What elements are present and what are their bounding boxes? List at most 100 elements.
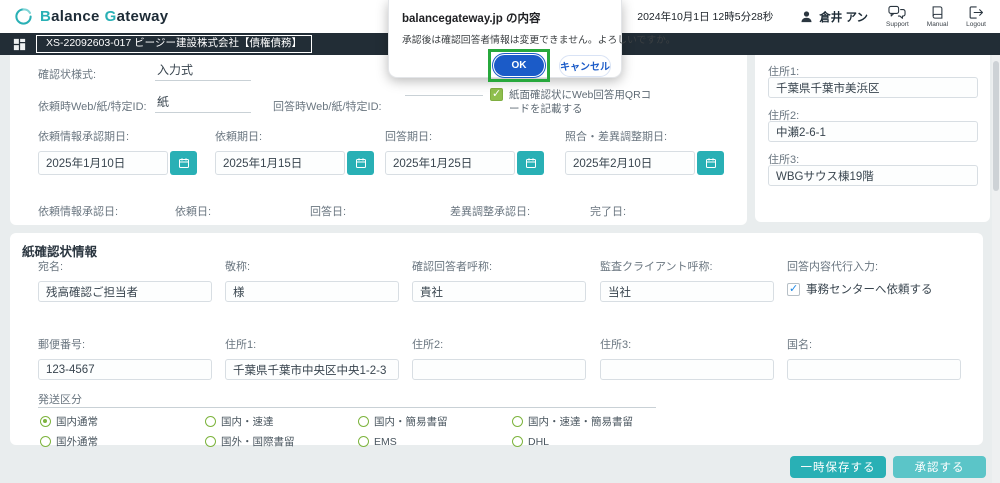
radio-dot [512,416,523,427]
ok-button-highlight-annotation: OK [488,49,550,82]
recipient-name-group: 宛名: [38,258,212,302]
user-icon [799,9,814,24]
shipping-category-label: 発送区分 [38,391,82,407]
qr-code-checkbox-box[interactable] [490,88,503,101]
logout-door-icon [968,5,984,20]
style-value: 入力式 [155,61,251,81]
postal-code-group: 郵便番号: [38,336,212,380]
proxy-entry-label: 回答内容代行入力: [787,258,973,274]
postal-code-input[interactable] [38,359,212,380]
browser-confirm-dialog: balancegateway.jp の内容 承認後は確認回答者情報は変更できませ… [388,0,622,78]
radio-domestic-normal[interactable]: 国内通常 [40,414,205,429]
answer-id-value [405,93,483,96]
country-input[interactable] [787,359,961,380]
address3-input[interactable] [768,165,978,186]
radio-dhl[interactable]: DHL [512,434,633,449]
radio-label: 国外・国際書留 [221,434,295,449]
audit-client-title-label: 監査クライアント呼称: [600,258,774,274]
request-due-date-input[interactable] [215,151,345,175]
radio-domestic-registered[interactable]: 国内・簡易書留 [358,414,512,429]
shipping-options: 国内通常 国内・速達 国内・簡易書留 国内・速達・簡易書留 国外通常 国外・国際… [40,414,633,449]
answer-due-date-group: 回答期日: [385,128,545,175]
address-panel-card: 住所1: 住所2: 住所3: [755,55,990,222]
paper-address3-input[interactable] [600,359,774,380]
confirmation-form-card: 確認状様式: 入力式 依頼時Web/紙/特定ID: 紙 回答時Web/紙/特定I… [10,55,747,225]
request-id-label: 依頼時Web/紙/特定ID: [38,98,147,114]
paper-address2-group: 住所2: [412,336,586,380]
manual-label: Manual [927,21,948,28]
radio-dot [40,436,51,447]
radio-label: 国内・簡易書留 [374,414,448,429]
answer-due-date-calendar-button[interactable] [517,151,544,175]
radio-dot [358,416,369,427]
manual-button[interactable]: Manual [927,5,948,28]
reconciliation-due-date-input[interactable] [565,151,695,175]
reconciliation-due-date-calendar-button[interactable] [697,151,724,175]
radio-dot [512,436,523,447]
reconciliation-due-date-group: 照合・差異調整期日: [565,128,725,175]
address1-input[interactable] [768,77,978,98]
honorific-label: 敬称: [225,258,399,274]
paper-address1-group: 住所1: [225,336,399,380]
paper-address1-label: 住所1: [225,336,399,352]
radio-overseas-international-registered[interactable]: 国外・国際書留 [205,434,358,449]
audit-client-title-input[interactable] [600,281,774,302]
approval-due-date-group: 依頼情報承認期日: [38,128,198,175]
status-answer-date-label: 回答日: [310,203,346,219]
dialog-title: balancegateway.jp の内容 [402,10,611,26]
approve-button[interactable]: 承認する [893,456,986,478]
dashboard-grid-icon[interactable] [12,37,27,52]
radio-domestic-express[interactable]: 国内・速達 [205,414,358,429]
document-id-badge: XS-22092603-017 ビージー建設株式会社【債権債務】 [36,35,312,54]
radio-ems[interactable]: EMS [358,434,512,449]
proxy-entry-checkbox-box[interactable] [787,283,800,296]
request-due-date-calendar-button[interactable] [347,151,374,175]
answer-due-date-label: 回答期日: [385,128,545,144]
dialog-message: 承認後は確認回答者情報は変更できません。よろしいですか。 [402,32,611,46]
approval-due-date-input[interactable] [38,151,168,175]
radio-dot [358,436,369,447]
request-id-value: 紙 [155,93,251,113]
support-chat-icon [888,5,906,20]
radio-label: DHL [528,436,549,448]
paper-address2-input[interactable] [412,359,586,380]
radio-dot [205,416,216,427]
style-label: 確認状様式: [38,66,96,82]
balance-gateway-logo-icon [14,7,33,26]
proxy-entry-checkbox[interactable]: 事務センターへ依頼する [787,283,973,299]
paper-address3-group: 住所3: [600,336,774,380]
calendar-icon [355,157,367,169]
approval-due-date-calendar-button[interactable] [170,151,197,175]
logout-button[interactable]: Logout [966,5,986,28]
honorific-input[interactable] [225,281,399,302]
brand-logo: BalanceGateway [14,7,168,26]
support-button[interactable]: Support [886,5,909,28]
country-group: 国名: [787,336,961,380]
answer-due-date-input[interactable] [385,151,515,175]
vertical-scrollbar[interactable] [992,33,1000,483]
recipient-name-input[interactable] [38,281,212,302]
logout-label: Logout [966,21,986,28]
radio-label: EMS [374,436,397,448]
audit-client-title-group: 監査クライアント呼称: [600,258,774,302]
scrollbar-thumb[interactable] [993,61,999,191]
radio-dot [40,416,51,427]
dialog-ok-button[interactable]: OK [494,55,544,76]
address2-input[interactable] [768,121,978,142]
respondent-title-group: 確認回答者呼称: [412,258,586,302]
calendar-icon [525,157,537,169]
shipping-divider [38,407,656,408]
temporary-save-button[interactable]: 一時保存する [790,456,886,478]
respondent-title-input[interactable] [412,281,586,302]
radio-label: 国内・速達 [221,414,274,429]
last-login-value: 2024年10月1日 12時5分28秒 [637,9,773,24]
paper-address1-input[interactable] [225,359,399,380]
radio-domestic-express-registered[interactable]: 国内・速達・簡易書留 [512,414,633,429]
radio-label: 国内通常 [56,414,98,429]
dialog-cancel-button[interactable]: キャンセル [559,55,611,77]
qr-code-checkbox[interactable]: 紙面確認状にWeb回答用QRコードを記載する [490,88,658,116]
manual-book-icon [930,5,945,20]
status-adjustment-date-label: 差異調整承認日: [450,203,530,219]
reconciliation-due-date-label: 照合・差異調整期日: [565,128,725,144]
radio-overseas-normal[interactable]: 国外通常 [40,434,205,449]
